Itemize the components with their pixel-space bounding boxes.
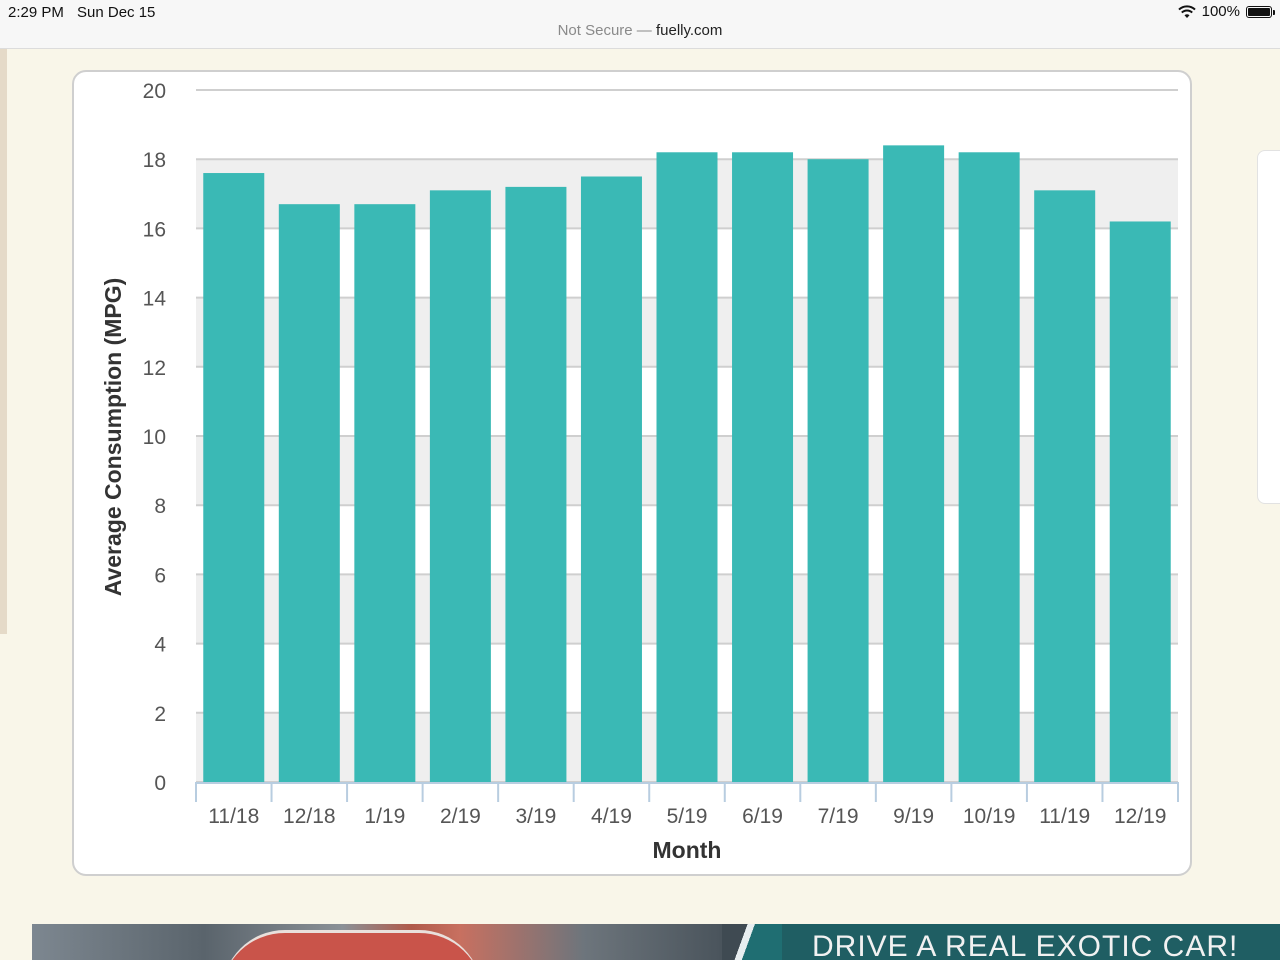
status-indicators: 100% xyxy=(1177,3,1275,20)
status-time: 2:29 PM xyxy=(8,4,64,21)
url-domain: fuelly.com xyxy=(655,22,723,39)
bar[interactable] xyxy=(580,176,642,783)
y-tick-label: 10 xyxy=(143,426,166,449)
left-edge-strip xyxy=(0,49,7,634)
y-tick-label: 20 xyxy=(143,80,166,103)
bar[interactable] xyxy=(883,145,945,783)
bar[interactable] xyxy=(505,186,567,782)
x-tick-label: 9/19 xyxy=(893,805,934,828)
url-bar[interactable]: Not Secure — fuelly.com xyxy=(0,22,1280,39)
x-tick-label: 11/19 xyxy=(1039,805,1090,828)
y-axis-title: Average Consumption (MPG) xyxy=(100,278,126,597)
bar[interactable] xyxy=(958,152,1020,782)
x-tick-label: 5/19 xyxy=(667,805,708,828)
x-tick-label: 6/19 xyxy=(742,805,783,828)
x-tick-label: 1/19 xyxy=(364,805,405,828)
y-tick-label: 8 xyxy=(154,495,166,518)
bar[interactable] xyxy=(429,190,491,783)
x-tick-label: 10/19 xyxy=(963,805,1016,828)
status-date: Sun Dec 15 xyxy=(77,4,156,21)
bar[interactable] xyxy=(1109,221,1171,783)
side-panel-tab[interactable] xyxy=(1257,150,1280,504)
battery-percent: 100% xyxy=(1201,3,1240,20)
car-image xyxy=(222,930,482,960)
x-tick-label: 12/19 xyxy=(1114,805,1167,828)
x-tick-label: 4/19 xyxy=(591,805,632,828)
bar[interactable] xyxy=(203,173,265,782)
x-tick-label: 12/18 xyxy=(283,805,336,828)
chart-card: 0 2 4 6 8 10 12 14 16 18 20 11/18 12/18 1/19 2/19 3/19… xyxy=(72,70,1192,876)
wifi-icon xyxy=(1177,4,1196,18)
y-tick-label: 14 xyxy=(143,288,167,311)
ad-headline: DRIVE A REAL EXOTIC CAR! xyxy=(812,930,1239,960)
ad-banner[interactable]: DRIVE A REAL EXOTIC CAR! xyxy=(32,924,1280,960)
not-secure-label: Not Secure — xyxy=(557,22,652,39)
x-tick-label: 7/19 xyxy=(818,805,859,828)
x-tick-label: 3/19 xyxy=(515,805,556,828)
bar[interactable] xyxy=(354,204,416,782)
y-tick-label: 4 xyxy=(154,634,166,657)
y-tick-label: 18 xyxy=(143,149,166,172)
bar[interactable] xyxy=(1034,190,1096,783)
x-axis-title: Month xyxy=(653,837,722,863)
ad-photo xyxy=(32,924,722,960)
bar[interactable] xyxy=(732,152,794,782)
y-tick-label: 16 xyxy=(143,218,166,241)
status-bar: 2:29 PM Sun Dec 15 100% Not Secure — fue… xyxy=(0,0,1280,49)
y-tick-label: 2 xyxy=(154,703,166,726)
x-tick-label: 11/18 xyxy=(208,805,259,828)
ad-divider xyxy=(722,924,782,960)
bar[interactable] xyxy=(278,204,340,782)
y-tick-label: 12 xyxy=(143,357,166,380)
bar-chart: 0 2 4 6 8 10 12 14 16 18 20 11/18 12/18 1/19 2/19 3/19… xyxy=(100,80,1179,863)
bar[interactable] xyxy=(807,159,869,782)
bar[interactable] xyxy=(656,152,718,782)
battery-icon xyxy=(1246,5,1275,18)
y-tick-label: 6 xyxy=(154,564,166,587)
x-tick-label: 2/19 xyxy=(440,805,481,828)
y-tick-label: 0 xyxy=(154,772,166,795)
